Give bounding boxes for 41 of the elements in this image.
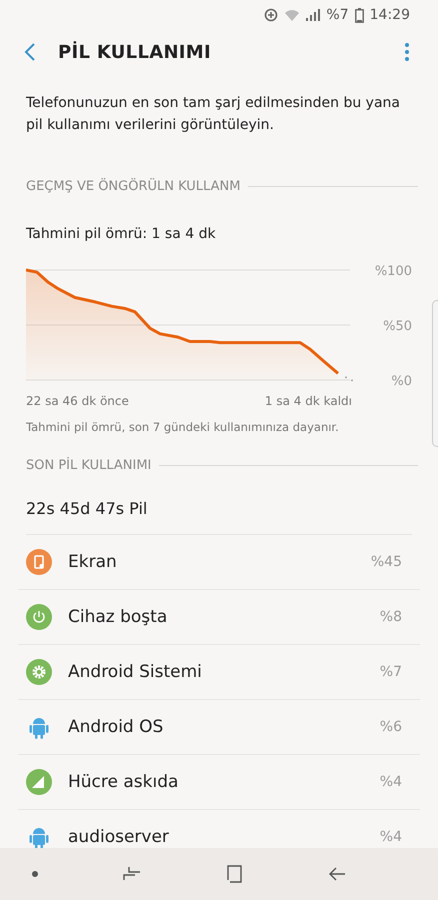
usage-percent: %6 [380,719,402,735]
usage-item[interactable]: Ekran %45 [18,535,420,590]
section-heading: SON PİL KULLANIMI [26,458,152,473]
page-title: PİL KULLANIMI [58,42,212,62]
usage-percent: %8 [380,609,402,625]
home-button[interactable] [225,865,244,883]
app-name: Hücre askıda [68,772,180,792]
usage-item[interactable]: Cihaz boşta %8 [18,590,420,645]
y-axis-label: %0 [391,374,412,389]
description-text: Telefonunuzun en son tam şarj edilmesinden bu yana pil kullanımı verilerini görüntüleyin. [26,94,402,135]
app-name: Android Sistemi [68,662,203,682]
dot-icon [32,871,38,877]
clock: 14:29 [370,7,410,23]
signal-icon [306,9,320,21]
battery-percent: %7 [326,7,349,23]
back-button[interactable] [328,867,346,881]
more-icon [404,42,410,62]
usage-item[interactable]: Android OS %6 [18,700,420,755]
app-name: audioserver [68,827,170,847]
app-name: Ekran [68,552,118,572]
wifi-icon [284,8,300,22]
usage-item[interactable]: Android Sistemi %7 [18,645,420,700]
recent-apps-button[interactable] [122,867,141,881]
back-icon [24,43,36,61]
y-axis-label: %100 [374,264,412,279]
usage-percent: %4 [380,774,402,790]
usage-percent: %4 [380,829,402,845]
usage-summary: 22s 45d 47s Pil [26,499,412,535]
app-name: Cihaz boşta [68,607,168,627]
usage-item[interactable]: Hücre askıda %4 [18,755,420,810]
app-name: Android OS [68,717,164,737]
usage-percent: %45 [370,554,402,570]
sync-icon [264,8,278,22]
x-axis-label: 22 sa 46 dk önce [26,394,129,408]
battery-icon [354,8,364,22]
y-axis-label: %50 [383,319,412,334]
section-heading: GEÇMŞ VE ÖNGÖRÜLN KULLANM [26,179,240,194]
x-axis-label: 1 sa 4 dk kaldı [264,394,352,408]
usage-percent: %7 [380,664,402,680]
battery-estimate: Tahmini pil ömrü: 1 sa 4 dk [26,226,217,242]
estimate-note: Tahmini pil ömrü, son 7 gündeki kullanımınıza dayanır. [26,420,340,434]
